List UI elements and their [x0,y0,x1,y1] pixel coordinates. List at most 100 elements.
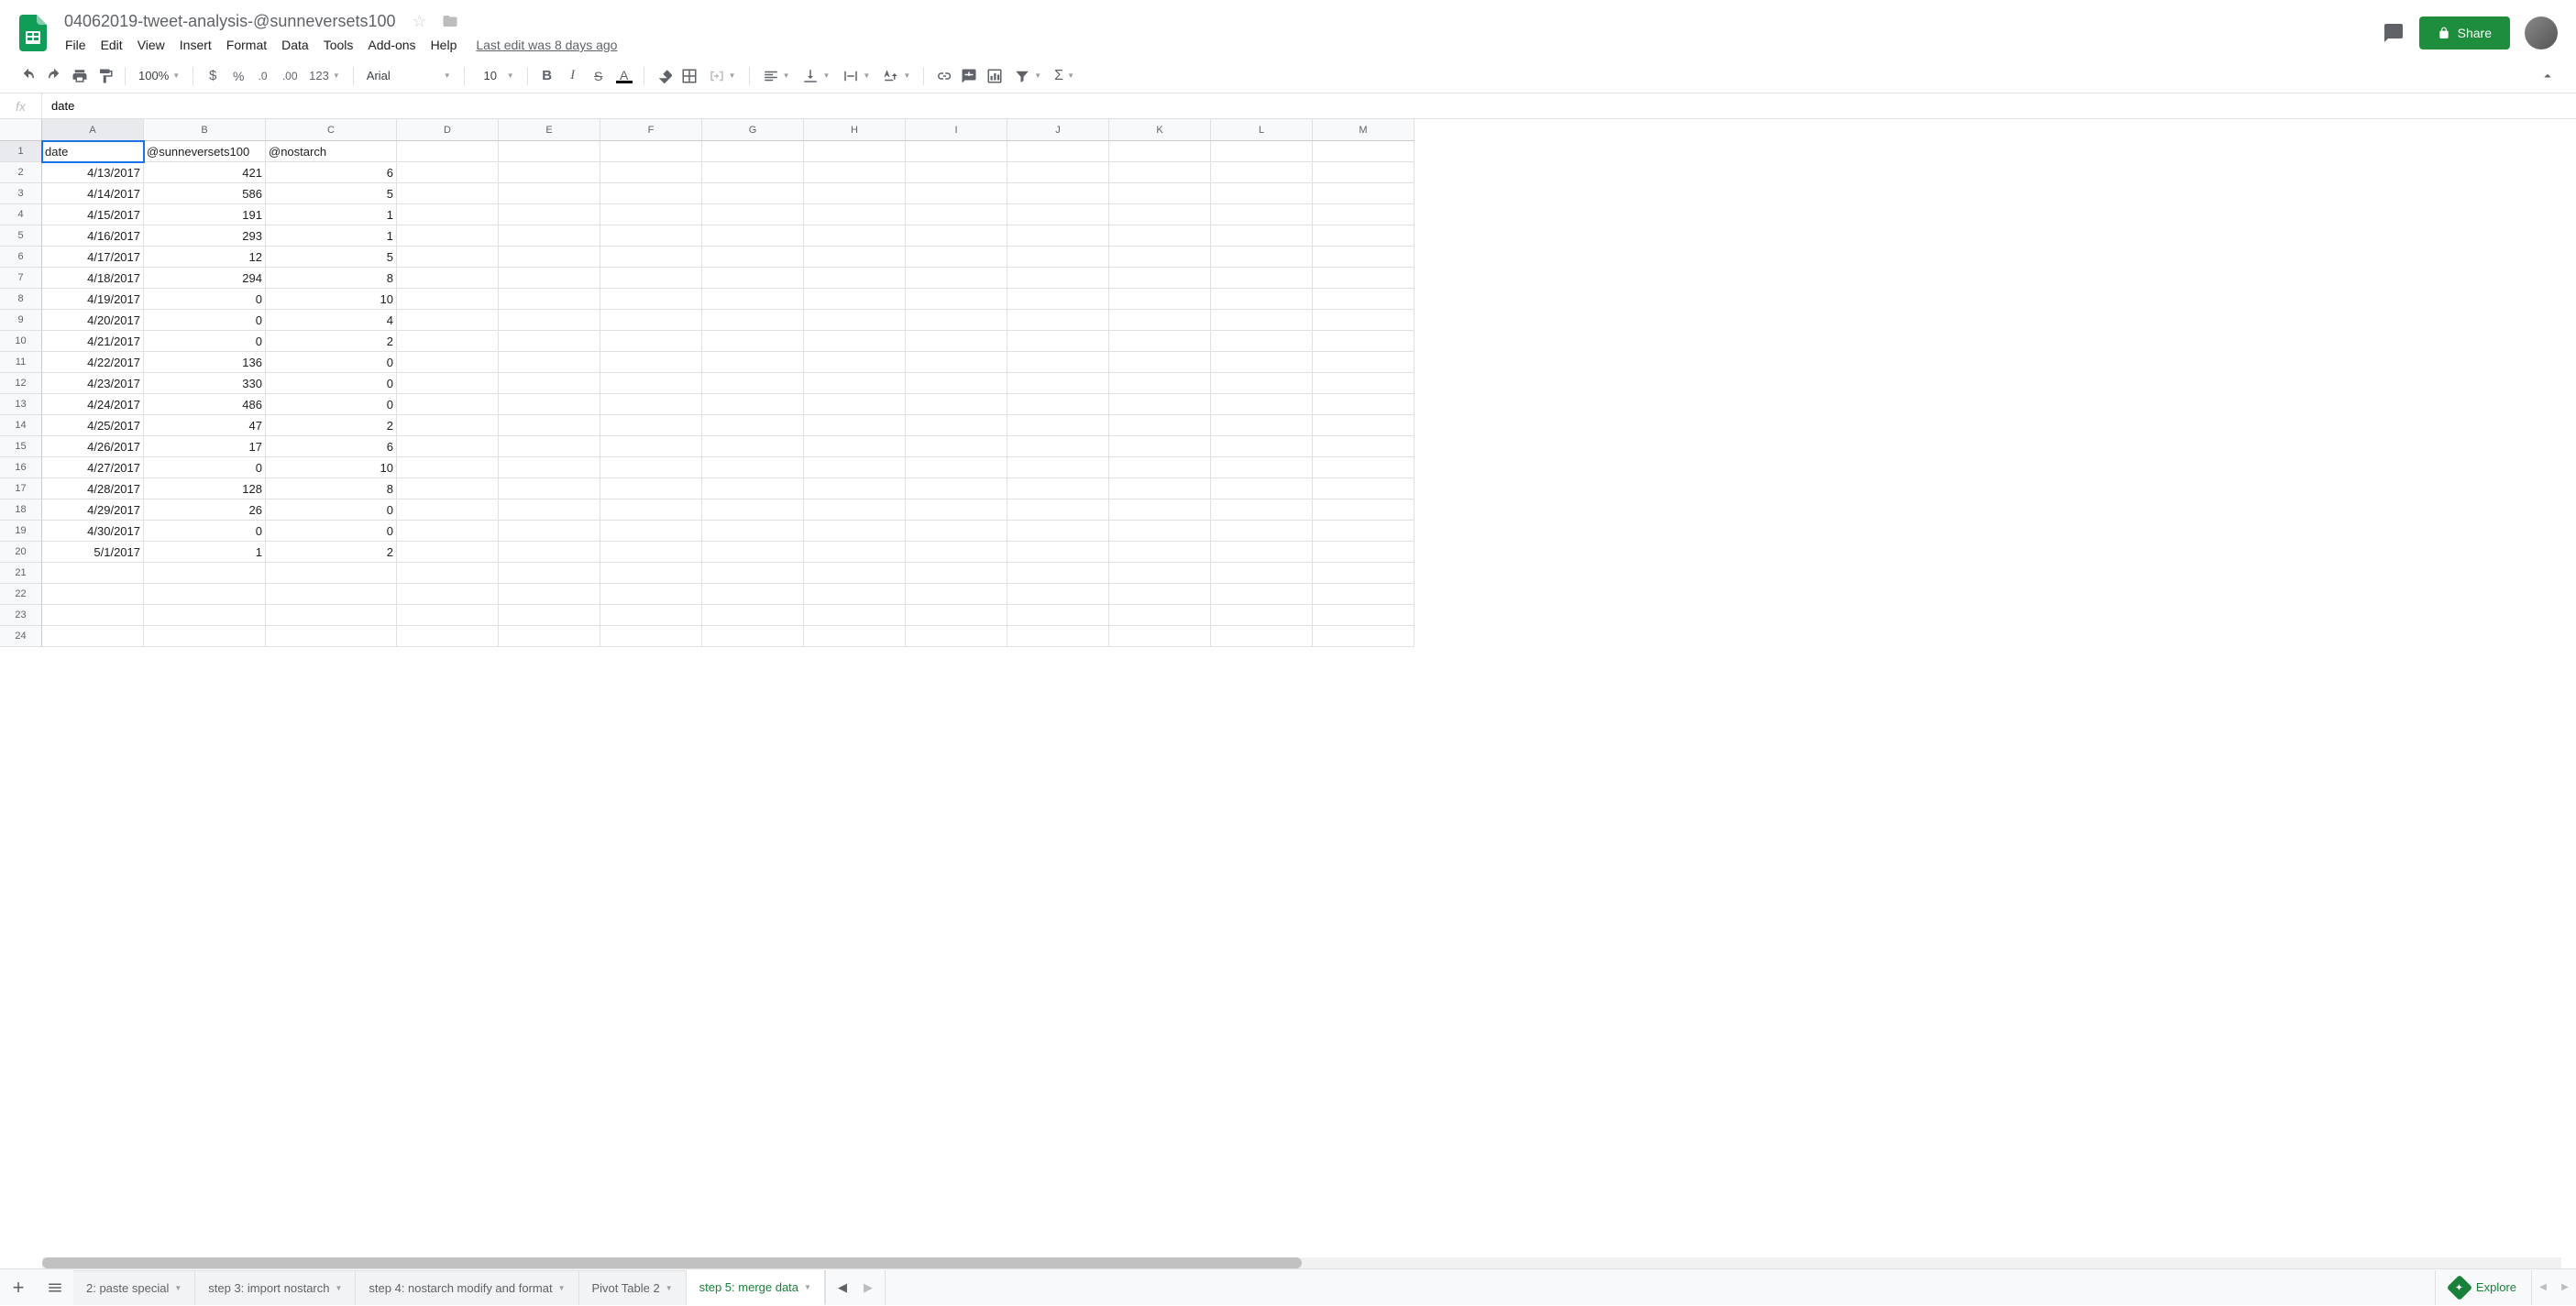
sheet-tab[interactable]: 2: paste special▼ [73,1270,195,1305]
cell[interactable] [266,563,397,584]
cell[interactable] [906,584,1007,605]
cell[interactable] [702,331,804,352]
cell[interactable] [906,394,1007,415]
cell[interactable] [1211,247,1313,268]
cell[interactable] [397,542,499,563]
cell[interactable]: 421 [144,162,266,183]
cell[interactable]: 12 [144,247,266,268]
cell[interactable] [1313,331,1415,352]
cell[interactable] [42,626,144,647]
cell[interactable] [804,478,906,499]
cell[interactable] [144,626,266,647]
row-header[interactable]: 4 [0,204,42,225]
cell[interactable] [397,373,499,394]
row-header[interactable]: 16 [0,457,42,478]
cell[interactable]: 4/13/2017 [42,162,144,183]
cell[interactable] [906,415,1007,436]
cell[interactable] [702,141,804,162]
cell[interactable] [1109,141,1211,162]
horizontal-scrollbar[interactable] [42,1257,2561,1268]
cell[interactable] [397,605,499,626]
cell[interactable] [1007,268,1109,289]
cell[interactable] [906,457,1007,478]
cell[interactable]: 0 [144,521,266,542]
cell[interactable] [600,457,702,478]
cell[interactable]: date [42,141,144,162]
cell[interactable] [804,352,906,373]
cell[interactable]: 4/18/2017 [42,268,144,289]
cell[interactable] [600,542,702,563]
cell[interactable] [499,499,600,521]
cell[interactable] [1109,457,1211,478]
cell[interactable] [397,225,499,247]
cell[interactable]: 294 [144,268,266,289]
cell[interactable] [702,521,804,542]
cell[interactable] [1313,373,1415,394]
cell[interactable] [266,584,397,605]
cell[interactable] [804,310,906,331]
cell[interactable]: 4/22/2017 [42,352,144,373]
sheet-tab[interactable]: step 3: import nostarch▼ [195,1270,356,1305]
last-edit-link[interactable]: Last edit was 8 days ago [476,38,617,52]
cell[interactable] [1109,247,1211,268]
cell[interactable] [1313,478,1415,499]
column-header[interactable]: M [1313,119,1415,141]
cell[interactable] [397,457,499,478]
cell[interactable] [1109,183,1211,204]
cell[interactable] [600,204,702,225]
cell[interactable]: 5 [266,183,397,204]
column-header[interactable]: D [397,119,499,141]
cell[interactable] [804,162,906,183]
cell[interactable] [1211,162,1313,183]
cell[interactable] [1007,605,1109,626]
cell[interactable] [804,204,906,225]
cell[interactable] [702,563,804,584]
cell[interactable] [42,563,144,584]
increase-decimal-button[interactable]: .00 [278,64,302,88]
cell[interactable] [1109,268,1211,289]
row-header[interactable]: 8 [0,289,42,310]
column-header[interactable]: A [42,119,144,141]
cell[interactable] [600,478,702,499]
chevron-down-icon[interactable]: ▼ [336,1284,343,1292]
cell[interactable] [906,204,1007,225]
cell[interactable] [1211,373,1313,394]
cell[interactable] [144,584,266,605]
row-header[interactable]: 14 [0,415,42,436]
cell[interactable]: 0 [266,521,397,542]
cell[interactable]: 0 [144,331,266,352]
share-button[interactable]: Share [2419,16,2510,49]
cell[interactable] [1007,183,1109,204]
cell[interactable]: 10 [266,457,397,478]
cell[interactable] [1007,499,1109,521]
row-header[interactable]: 20 [0,542,42,563]
add-sheet-button[interactable]: + [0,1269,37,1306]
cell[interactable] [1007,478,1109,499]
cell[interactable]: 10 [266,289,397,310]
cell[interactable] [397,310,499,331]
menu-format[interactable]: Format [220,34,273,56]
cell[interactable] [804,225,906,247]
cell[interactable]: 4/17/2017 [42,247,144,268]
row-header[interactable]: 18 [0,499,42,521]
cell[interactable]: 4/19/2017 [42,289,144,310]
cell[interactable] [397,268,499,289]
cell[interactable]: 1 [144,542,266,563]
cell[interactable] [804,436,906,457]
cell[interactable]: 4/14/2017 [42,183,144,204]
cell[interactable] [499,584,600,605]
cell[interactable] [1109,352,1211,373]
cell[interactable] [1007,415,1109,436]
cell[interactable] [397,415,499,436]
cell[interactable] [1211,521,1313,542]
cell[interactable] [144,563,266,584]
cell[interactable] [702,183,804,204]
cell[interactable] [804,247,906,268]
cell[interactable]: 4/27/2017 [42,457,144,478]
row-header[interactable]: 13 [0,394,42,415]
cell[interactable] [1313,521,1415,542]
cell[interactable] [1313,225,1415,247]
row-header[interactable]: 23 [0,605,42,626]
cell[interactable] [906,605,1007,626]
cell[interactable]: 191 [144,204,266,225]
